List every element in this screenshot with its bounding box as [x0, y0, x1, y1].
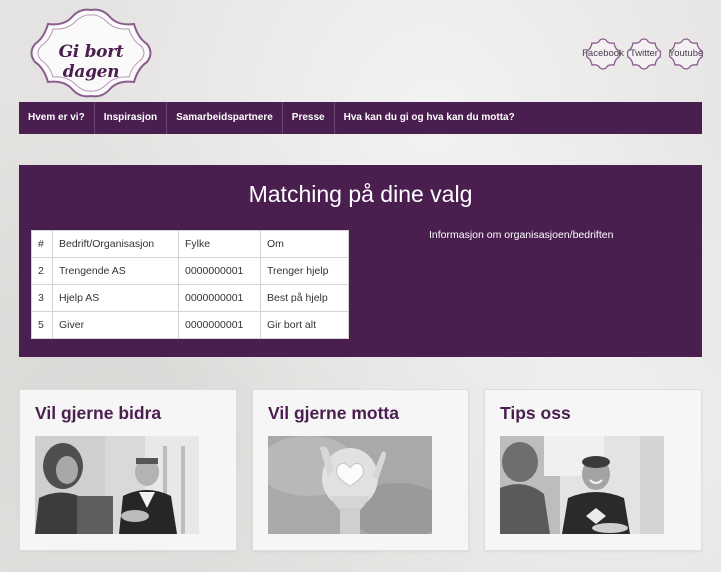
two-people-talking-photo [35, 436, 199, 534]
table-cell: 0000000001 [178, 311, 261, 339]
youtube-label: Youtube [668, 48, 704, 59]
card-title[interactable]: Tips oss [500, 403, 571, 424]
main-nav: Hvem er vi? Inspirasjon Samarbeidspartne… [19, 102, 702, 134]
column-header: # [31, 230, 53, 258]
table-cell: Trenger hjelp [260, 257, 349, 285]
card-vil-gjerne-bidra[interactable]: Vil gjerne bidra [19, 389, 237, 551]
people-laughing-photo [500, 436, 664, 534]
table-row[interactable]: 2 Trengende AS 0000000001 Trenger hjelp [31, 257, 349, 285]
table-cell: Giver [52, 311, 179, 339]
table-row[interactable]: 5 Giver 0000000001 Gir bort alt [31, 311, 349, 339]
card-vil-gjerne-motta[interactable]: Vil gjerne motta [252, 389, 469, 551]
table-cell: Hjelp AS [52, 284, 179, 312]
column-header: Fylke [178, 230, 261, 258]
heart-in-hand-photo [268, 436, 432, 534]
nav-item-hvem-er-vi[interactable]: Hvem er vi? [19, 102, 95, 134]
table-cell: Gir bort alt [260, 311, 349, 339]
page-title: Matching på dine valg [248, 181, 473, 207]
nav-item-hva-kan-du-gi[interactable]: Hva kan du gi og hva kan du motta? [335, 102, 524, 134]
table-cell: Best på hjelp [260, 284, 349, 312]
table-row[interactable]: 3 Hjelp AS 0000000001 Best på hjelp [31, 284, 349, 312]
organization-info: Informasjon om organisasjoen/bedriften [429, 229, 614, 241]
nav-item-samarbeidspartnere[interactable]: Samarbeidspartnere [167, 102, 283, 134]
matching-table: # Bedrift/Organisasjon Fylke Om 2 Trenge… [31, 230, 349, 339]
nav-item-inspirasjon[interactable]: Inspirasjon [95, 102, 168, 134]
table-cell: 0000000001 [178, 284, 261, 312]
table-cell: 0000000001 [178, 257, 261, 285]
table-cell: Trengende AS [52, 257, 179, 285]
logo-text: Gi bort dagen [58, 42, 124, 82]
twitter-label: Twitter [630, 48, 658, 59]
table-header-row: # Bedrift/Organisasjon Fylke Om [31, 230, 349, 258]
table-cell: 2 [31, 257, 53, 285]
logo[interactable]: Gi bort dagen [28, 8, 154, 98]
card-title[interactable]: Vil gjerne bidra [35, 403, 161, 424]
card-tips-oss[interactable]: Tips oss [484, 389, 702, 551]
facebook-label: Facebook [582, 48, 624, 59]
facebook-link[interactable]: Facebook [582, 38, 624, 70]
column-header: Bedrift/Organisasjon [52, 230, 179, 258]
nav-item-presse[interactable]: Presse [283, 102, 335, 134]
column-header: Om [260, 230, 349, 258]
youtube-link[interactable]: Youtube [669, 38, 703, 70]
card-title[interactable]: Vil gjerne motta [268, 403, 399, 424]
matching-panel: Matching på dine valg # Bedrift/Organisa… [19, 165, 702, 357]
twitter-link[interactable]: Twitter [627, 38, 661, 70]
table-cell: 5 [31, 311, 53, 339]
table-cell: 3 [31, 284, 53, 312]
